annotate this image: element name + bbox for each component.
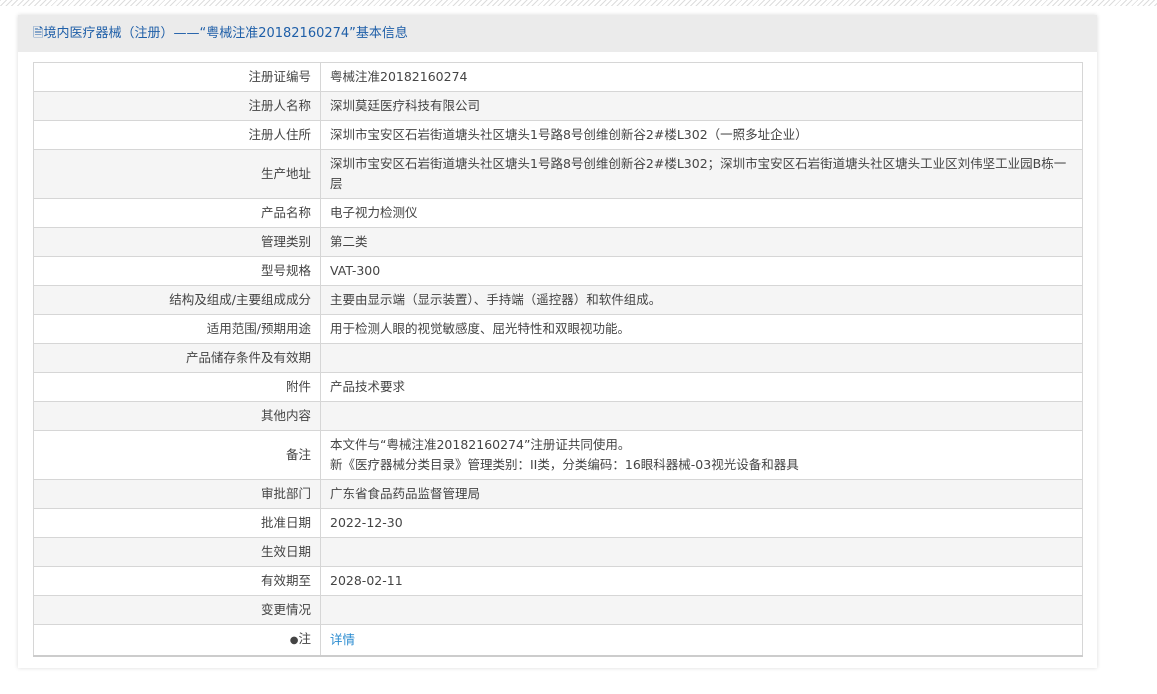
label-text: 变更情况 [260,602,311,617]
label-text: 批准日期 [260,515,311,530]
label-text: 有效期至 [260,573,311,588]
table-row: 注册证编号 粤械注准20182160274 [33,62,1083,92]
value-text: 用于检测人眼的视觉敏感度、屈光特性和双眼视功能。 [330,321,631,336]
info-table: 注册证编号 粤械注准20182160274 注册人名称 深圳莫廷医疗科技有限公司 注册人… [33,62,1083,657]
label-text: 生产地址 [260,166,311,181]
row-value [320,401,1083,431]
row-value: 详情 [320,624,1083,657]
label-text: 产品储存条件及有效期 [185,350,311,365]
row-label: 产品名称 [33,198,321,228]
value-text: 电子视力检测仪 [330,205,418,220]
label-text: 型号规格 [260,263,311,278]
table-row: 生产地址 深圳市宝安区石岩街道塘头社区塘头1号路8号创维创新谷2#楼L302；深圳… [33,149,1083,199]
value-text: 粤械注准20182160274 [330,69,468,84]
table-row: 适用范围/预期用途 用于检测人眼的视觉敏感度、屈光特性和双眼视功能。 [33,314,1083,344]
label-text: 注册人住所 [248,127,311,142]
label-text: 附件 [285,379,311,394]
table-row: 结构及组成/主要组成成分 主要由显示端（显示装置）、手持端（遥控器）和软件组成。 [33,285,1083,315]
label-text: 适用范围/预期用途 [206,321,311,336]
row-value: 粤械注准20182160274 [320,62,1083,92]
table-row: 注册人住所 深圳市宝安区石岩街道塘头社区塘头1号路8号创维创新谷2#楼L302（一… [33,120,1083,150]
table-row: 变更情况 [33,595,1083,625]
row-label: 备注 [33,430,321,480]
label-text: 其他内容 [260,408,311,423]
row-value: 深圳市宝安区石岩街道塘头社区塘头1号路8号创维创新谷2#楼L302；深圳市宝安区… [320,149,1083,199]
label-text: 结构及组成/主要组成成分 [169,292,311,307]
info-panel: 🗎境内医疗器械（注册）——“粤械注准20182160274”基本信息 注册证编号… [18,15,1097,668]
row-value: 2022-12-30 [320,508,1083,538]
value-text: 主要由显示端（显示装置）、手持端（遥控器）和软件组成。 [330,292,662,307]
table-row: 附件 产品技术要求 [33,372,1083,402]
table-row: 其他内容 [33,401,1083,431]
value-text: 2022-12-30 [330,515,403,530]
row-label: 注册人名称 [33,91,321,121]
table-row: 有效期至 2028-02-11 [33,566,1083,596]
value-text: 广东省食品药品监督管理局 [330,486,481,501]
top-stripe [0,0,1157,6]
row-label: 注册人住所 [33,120,321,150]
document-icon: 🗎 [33,26,44,41]
panel-header: 🗎境内医疗器械（注册）——“粤械注准20182160274”基本信息 [18,15,1097,52]
row-label: 生产地址 [33,149,321,199]
label-text: 注册人名称 [248,98,311,113]
row-label: 生效日期 [33,537,321,567]
table-row: 审批部门 广东省食品药品监督管理局 [33,479,1083,509]
row-value: 深圳市宝安区石岩街道塘头社区塘头1号路8号创维创新谷2#楼L302（一照多址企业… [320,120,1083,150]
details-link[interactable]: 详情 [330,632,355,647]
row-label: 注册证编号 [33,62,321,92]
row-value: 广东省食品药品监督管理局 [320,479,1083,509]
table-row: 批准日期 2022-12-30 [33,508,1083,538]
row-label: 其他内容 [33,401,321,431]
label-text: 生效日期 [260,544,311,559]
table-row: 注册人名称 深圳莫廷医疗科技有限公司 [33,91,1083,121]
value-text: 第二类 [330,234,368,249]
row-value: 电子视力检测仪 [320,198,1083,228]
table-row: ●注 详情 [33,624,1083,657]
row-value: 产品技术要求 [320,372,1083,402]
row-value: 深圳莫廷医疗科技有限公司 [320,91,1083,121]
label-text: 注册证编号 [248,69,311,84]
table-row: 产品名称 电子视力检测仪 [33,198,1083,228]
row-value: 本文件与“粤械注准20182160274”注册证共同使用。新《医疗器械分类目录》… [320,430,1083,480]
row-value: 主要由显示端（显示装置）、手持端（遥控器）和软件组成。 [320,285,1083,315]
row-label: ●注 [33,624,321,657]
row-label: 有效期至 [33,566,321,596]
label-text: 备注 [285,447,311,462]
row-label: 变更情况 [33,595,321,625]
row-value: 用于检测人眼的视觉敏感度、屈光特性和双眼视功能。 [320,314,1083,344]
value-text: 深圳市宝安区石岩街道塘头社区塘头1号路8号创维创新谷2#楼L302；深圳市宝安区… [330,156,1067,191]
value-text: VAT-300 [330,263,381,278]
row-label: 产品储存条件及有效期 [33,343,321,373]
panel-title: 境内医疗器械（注册）——“粤械注准20182160274”基本信息 [43,26,408,41]
row-label: 适用范围/预期用途 [33,314,321,344]
table-row: 备注 本文件与“粤械注准20182160274”注册证共同使用。 新《医疗器械分类目… [33,430,1083,480]
row-label: 结构及组成/主要组成成分 [33,285,321,315]
row-value [320,343,1083,373]
row-label: 批准日期 [33,508,321,538]
value-text: 本文件与“粤械注准20182160274”注册证共同使用。 [330,437,631,452]
table-row: 生效日期 [33,537,1083,567]
label-text: 审批部门 [260,486,311,501]
row-value: 2028-02-11 [320,566,1083,596]
row-value: VAT-300 [320,256,1083,286]
table-row: 型号规格 VAT-300 [33,256,1083,286]
row-value: 第二类 [320,227,1083,257]
value-text: 深圳莫廷医疗科技有限公司 [330,98,481,113]
row-label: 附件 [33,372,321,402]
row-label: 审批部门 [33,479,321,509]
table-row: 管理类别 第二类 [33,227,1083,257]
value-text: 深圳市宝安区石岩街道塘头社区塘头1号路8号创维创新谷2#楼L302（一照多址企业… [330,127,808,142]
table-row: 产品储存条件及有效期 [33,343,1083,373]
label-text: 管理类别 [260,234,311,249]
value-text: 产品技术要求 [330,379,406,394]
row-value [320,595,1083,625]
label-text: 注 [298,631,311,646]
row-label: 管理类别 [33,227,321,257]
label-text: 产品名称 [260,205,311,220]
row-value [320,537,1083,567]
value-text: 2028-02-11 [330,573,403,588]
value-text-line2: 新《医疗器械分类目录》管理类别：II类，分类编码：16眼科器械-03视光设备和器… [330,457,799,472]
row-label: 型号规格 [33,256,321,286]
